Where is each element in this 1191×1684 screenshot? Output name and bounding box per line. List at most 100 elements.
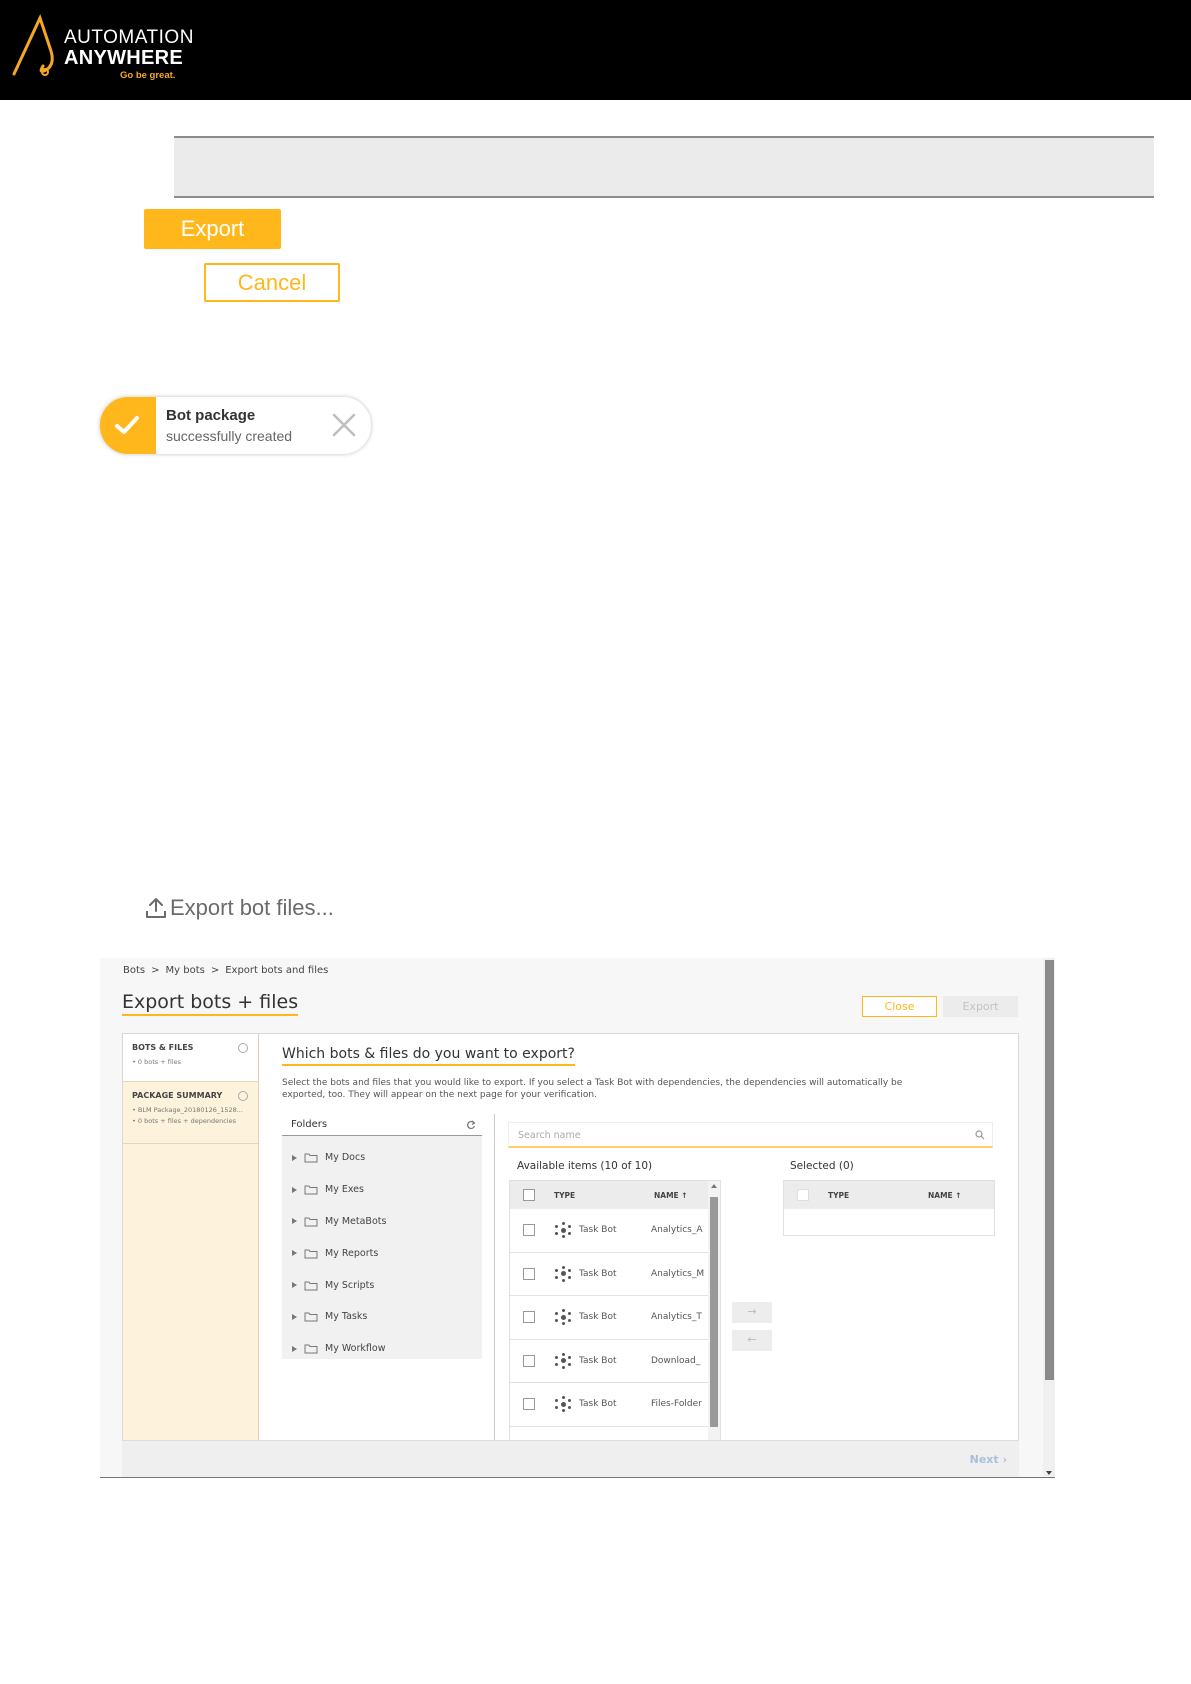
available-items-table: TYPE NAME ↑ Task Bot Analytics_A Task Bo… xyxy=(509,1180,721,1477)
task-bot-icon xyxy=(555,1309,571,1326)
toast-title: Bot package xyxy=(166,407,256,424)
folder-my-docs[interactable]: My Docs xyxy=(282,1142,482,1174)
step-subtitle: • 0 bots + files xyxy=(132,1058,182,1066)
folder-icon xyxy=(304,1249,318,1259)
task-bot-icon xyxy=(555,1352,571,1369)
column-divider xyxy=(494,1114,495,1477)
scroll-thumb[interactable] xyxy=(710,1197,718,1427)
available-items-label: Available items (10 of 10) xyxy=(517,1160,653,1172)
folder-my-scripts[interactable]: My Scripts xyxy=(282,1269,482,1301)
folder-icon xyxy=(304,1344,318,1354)
task-bot-icon xyxy=(555,1265,571,1282)
row-type: Task Bot xyxy=(579,1225,617,1236)
expand-arrow-icon[interactable] xyxy=(292,1154,297,1161)
row-checkbox[interactable] xyxy=(523,1267,535,1280)
row-checkbox[interactable] xyxy=(523,1311,535,1324)
upload-icon xyxy=(146,898,166,918)
breadcrumb-my-bots[interactable]: My bots xyxy=(166,965,205,976)
folder-label: My Exes xyxy=(325,1184,364,1196)
search-input[interactable] xyxy=(509,1124,992,1147)
row-checkbox[interactable] xyxy=(523,1224,535,1237)
section-description: Select the bots and files that you would… xyxy=(282,1078,903,1100)
table-scrollbar[interactable] xyxy=(708,1181,720,1477)
refresh-icon[interactable] xyxy=(466,1120,476,1130)
folders-list: My Docs My Exes My MetaBots My Reports M… xyxy=(282,1136,482,1359)
table-row[interactable]: Task Bot Analytics_A xyxy=(510,1209,720,1253)
logo-a-mark-icon xyxy=(12,14,54,76)
folders-header: Folders xyxy=(282,1114,482,1136)
export-button[interactable]: Export xyxy=(144,209,281,249)
page-scrollbar[interactable] xyxy=(1043,958,1055,1477)
app-header: AUTOMATION ANYWHERE Go be great. xyxy=(0,0,1191,100)
wizard-steps-sidebar: BOTS & FILES • 0 bots + files PACKAGE SU… xyxy=(123,1034,259,1477)
select-all-checkbox[interactable] xyxy=(523,1189,535,1201)
folder-label: My Tasks xyxy=(325,1311,368,1323)
step-subtitle: • 0 bots + files + dependencies xyxy=(132,1117,236,1125)
folder-label: My Reports xyxy=(325,1247,379,1259)
folders-tree: Folders My Docs My Exes My MetaBots My R… xyxy=(282,1114,482,1359)
export-wizard-panel: BOTS & FILES • 0 bots + files PACKAGE SU… xyxy=(122,1033,1019,1477)
scroll-thumb[interactable] xyxy=(1045,960,1054,1380)
close-button[interactable]: Close xyxy=(862,996,937,1017)
expand-arrow-icon[interactable] xyxy=(292,1345,297,1352)
folder-label: My MetaBots xyxy=(325,1215,387,1227)
section-question: Which bots & files do you want to export… xyxy=(282,1046,575,1066)
automation-anywhere-logo: AUTOMATION ANYWHERE Go be great. xyxy=(10,14,210,81)
table-row[interactable]: Task Bot Download_ xyxy=(510,1340,720,1383)
expand-arrow-icon[interactable] xyxy=(292,1218,297,1225)
export-bot-files-link[interactable]: Export bot files... xyxy=(144,893,334,923)
task-bot-icon xyxy=(555,1396,571,1413)
folder-my-reports[interactable]: My Reports xyxy=(282,1237,482,1269)
check-icon xyxy=(115,416,139,434)
step-package-summary[interactable]: PACKAGE SUMMARY • BLM Package_20180126_1… xyxy=(123,1082,258,1144)
next-button[interactable]: Next › xyxy=(970,1453,1007,1466)
scroll-up-icon[interactable] xyxy=(711,1184,717,1188)
move-right-button[interactable]: → xyxy=(732,1302,772,1323)
table-header: TYPE NAME ↑ xyxy=(510,1181,720,1209)
breadcrumb-bots[interactable]: Bots xyxy=(123,965,145,976)
toast-check-badge xyxy=(100,397,156,454)
move-left-button[interactable]: ← xyxy=(732,1330,772,1351)
wizard-footer: Next › xyxy=(122,1440,1019,1477)
toast-message: successfully created xyxy=(166,428,293,444)
close-icon[interactable] xyxy=(330,411,358,439)
folder-my-metabots[interactable]: My MetaBots xyxy=(282,1206,482,1238)
expand-arrow-icon[interactable] xyxy=(292,1250,297,1257)
search-icon xyxy=(975,1130,985,1140)
logo-line-1: AUTOMATION xyxy=(64,27,194,48)
table-header: TYPE NAME ↑ xyxy=(784,1181,994,1209)
table-row[interactable]: Task Bot Analytics_T xyxy=(510,1296,720,1340)
folder-my-tasks[interactable]: My Tasks xyxy=(282,1301,482,1333)
export-button-disabled[interactable]: Export xyxy=(943,996,1018,1017)
scroll-down-icon[interactable] xyxy=(1046,1471,1052,1475)
step-check-icon xyxy=(238,1043,248,1053)
expand-arrow-icon[interactable] xyxy=(292,1282,297,1289)
row-type: Task Bot xyxy=(579,1268,617,1279)
table-row[interactable]: Task Bot Files-Folder xyxy=(510,1383,720,1427)
column-type[interactable]: TYPE xyxy=(554,1191,654,1200)
expand-arrow-icon[interactable] xyxy=(292,1186,297,1193)
row-name: Analytics_T xyxy=(651,1312,702,1323)
folder-my-exes[interactable]: My Exes xyxy=(282,1174,482,1206)
folder-icon xyxy=(304,1312,318,1322)
column-name[interactable]: NAME ↑ xyxy=(654,1191,688,1200)
logo-line-2: ANYWHERE xyxy=(64,47,184,69)
folder-icon xyxy=(304,1217,318,1227)
folder-my-workflow[interactable]: My Workflow xyxy=(282,1333,482,1365)
step-bots-files[interactable]: BOTS & FILES • 0 bots + files xyxy=(123,1034,258,1082)
row-type: Task Bot xyxy=(579,1312,617,1323)
column-type[interactable]: TYPE xyxy=(828,1191,928,1200)
selected-items-label: Selected (0) xyxy=(790,1160,854,1172)
breadcrumb-separator: > xyxy=(210,965,220,976)
row-name: Download_ xyxy=(651,1355,701,1366)
row-name: Files-Folder xyxy=(651,1399,702,1410)
column-name[interactable]: NAME ↑ xyxy=(928,1191,962,1200)
select-all-checkbox[interactable] xyxy=(797,1189,809,1201)
row-checkbox[interactable] xyxy=(523,1354,535,1367)
cancel-button[interactable]: Cancel xyxy=(204,263,340,302)
folder-label: My Workflow xyxy=(325,1343,386,1355)
search-box xyxy=(508,1122,993,1148)
row-checkbox[interactable] xyxy=(523,1398,535,1411)
expand-arrow-icon[interactable] xyxy=(292,1313,297,1320)
table-row[interactable]: Task Bot Analytics_M xyxy=(510,1253,720,1296)
